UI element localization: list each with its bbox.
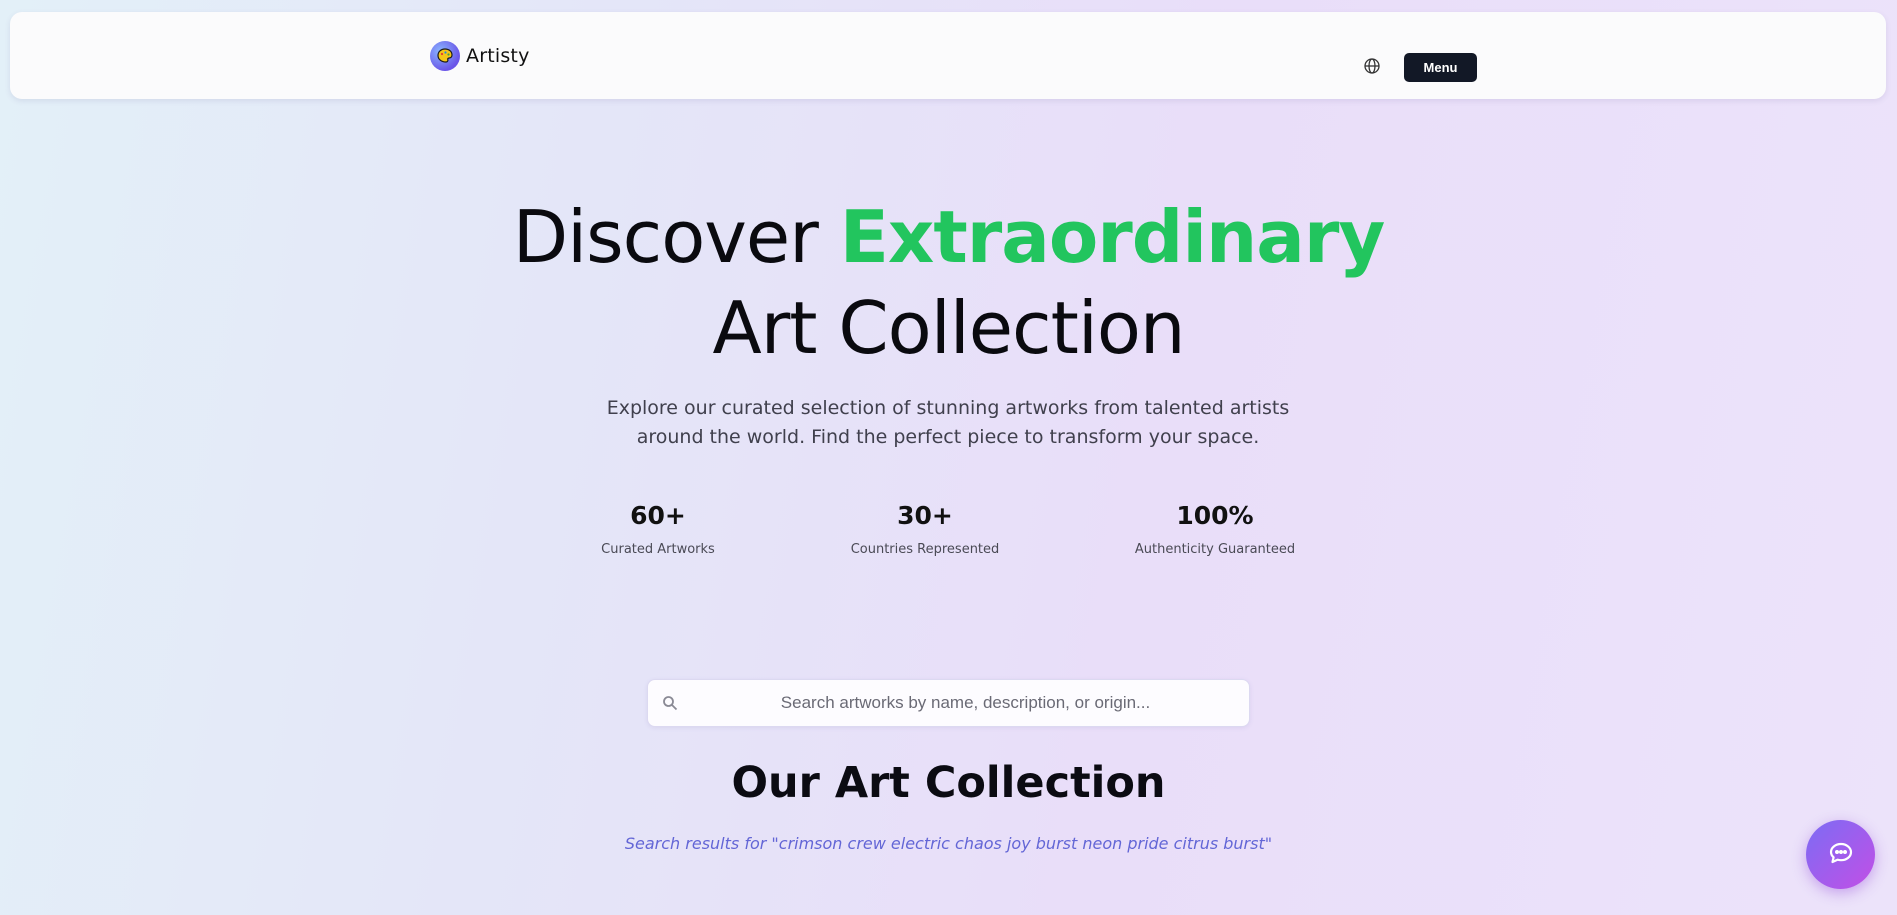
search-bar <box>647 679 1250 727</box>
globe-icon[interactable] <box>1363 57 1381 75</box>
hero-title: Discover Extraordinary Art Collection <box>0 192 1897 374</box>
stat-value: 30+ <box>897 501 953 530</box>
chat-bubble-icon <box>1828 841 1854 869</box>
stat-value: 60+ <box>630 501 686 530</box>
menu-button[interactable]: Menu <box>1404 53 1477 82</box>
stat-countries: 30+ Countries Represented <box>805 498 1045 557</box>
hero-subtitle-line1: Explore our curated selection of stunnin… <box>606 397 1290 419</box>
stat-artworks: 60+ Curated Artworks <box>538 498 778 557</box>
hero-subtitle: Explore our curated selection of stunnin… <box>598 394 1298 452</box>
hero-subtitle-line2: around the world. Find the perfect piece… <box>636 426 1260 448</box>
stat-authenticity: 100% Authenticity Guaranteed <box>1095 498 1335 557</box>
hero-title-accent: Extraordinary <box>839 195 1386 279</box>
search-input[interactable] <box>688 680 1243 726</box>
hero-title-line2: Art Collection <box>712 286 1185 370</box>
stat-label: Countries Represented <box>850 542 1000 557</box>
hero-title-pre: Discover <box>512 195 840 279</box>
brand-link[interactable]: Artisty <box>430 41 530 71</box>
search-icon <box>662 695 678 711</box>
stat-label: Curated Artworks <box>601 542 715 557</box>
brand-name: Artisty <box>466 45 530 67</box>
stat-label: Authenticity Guaranteed <box>1134 542 1296 557</box>
navbar: Artisty Menu <box>10 12 1886 99</box>
collection-title: Our Art Collection <box>731 758 1166 808</box>
logo-icon <box>430 41 460 71</box>
stat-value: 100% <box>1176 501 1254 530</box>
search-results-text: Search results for "crimson crew electri… <box>624 834 1273 853</box>
chat-button[interactable] <box>1806 820 1875 889</box>
